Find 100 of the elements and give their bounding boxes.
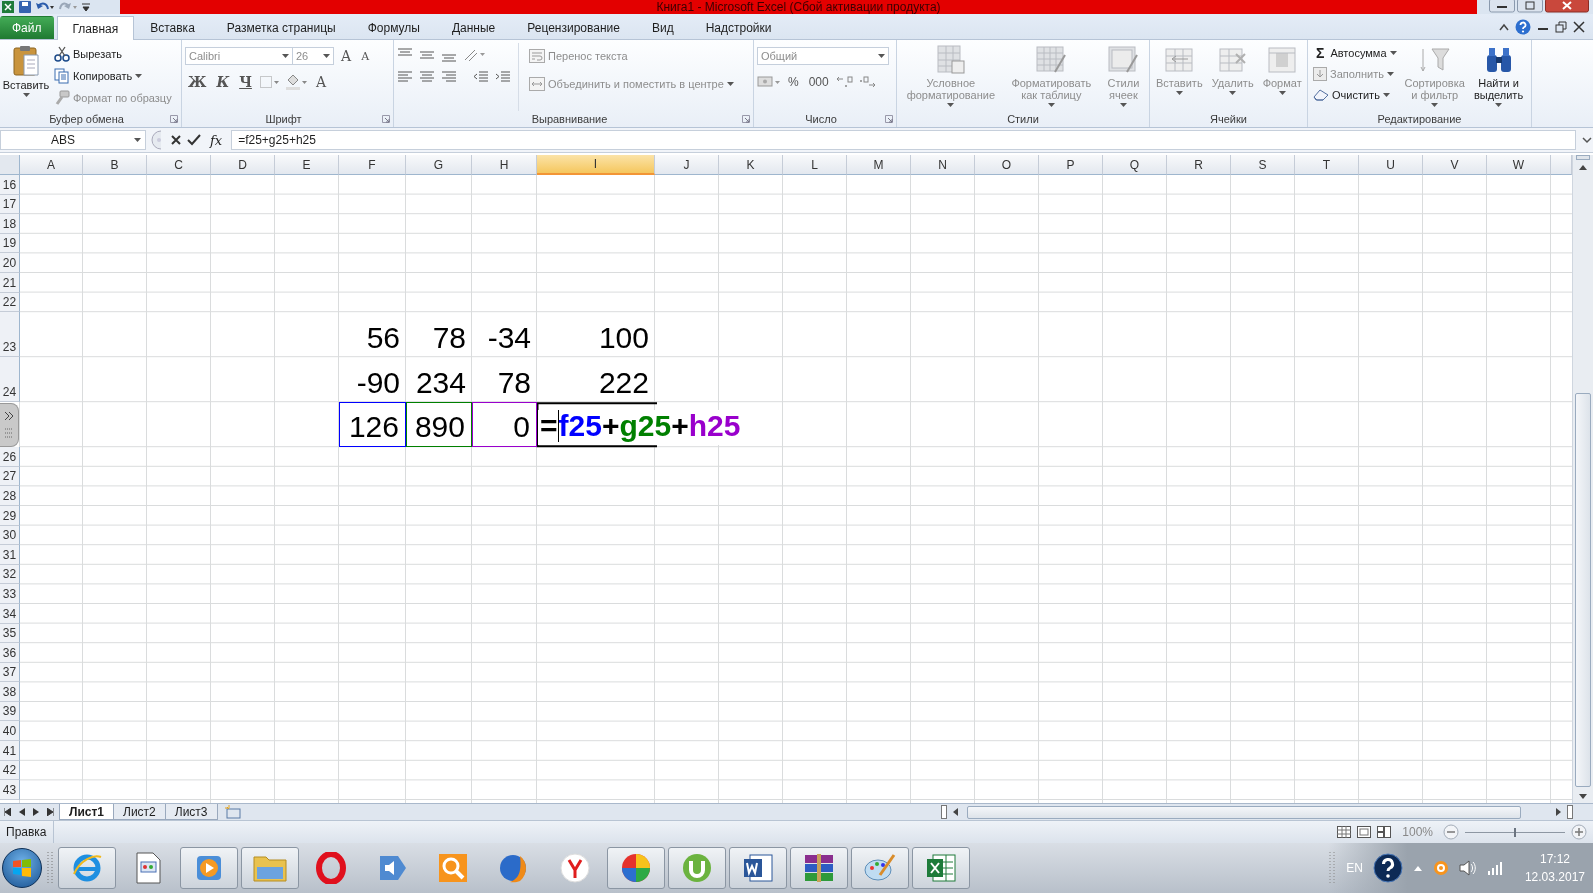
column-header[interactable]: V bbox=[1423, 155, 1487, 175]
bold-button[interactable]: Ж bbox=[185, 74, 210, 90]
align-left-icon[interactable] bbox=[397, 69, 413, 85]
save-icon[interactable] bbox=[19, 1, 31, 13]
row-header[interactable]: 42 bbox=[0, 760, 20, 781]
column-header[interactable]: U bbox=[1359, 155, 1423, 175]
row-header[interactable]: 16 bbox=[0, 175, 20, 195]
row-header[interactable]: 26 bbox=[0, 447, 20, 467]
taskbar-button[interactable] bbox=[668, 847, 726, 889]
check-icon[interactable] bbox=[187, 134, 201, 146]
dialog-launcher-icon[interactable] bbox=[170, 115, 178, 123]
close-icon[interactable] bbox=[1573, 21, 1585, 33]
dialog-launcher-icon[interactable] bbox=[885, 115, 893, 123]
insert-function-button[interactable]: fx bbox=[206, 132, 227, 148]
column-header[interactable]: O bbox=[975, 155, 1039, 175]
page-break-icon[interactable] bbox=[1376, 825, 1393, 839]
taskbar-button[interactable] bbox=[790, 847, 848, 889]
column-header[interactable]: K bbox=[719, 155, 783, 175]
column-header[interactable]: M bbox=[847, 155, 911, 175]
signal-icon[interactable] bbox=[1486, 861, 1503, 875]
minimize-icon[interactable] bbox=[1489, 0, 1515, 13]
ribbon-tab[interactable]: Формулы bbox=[351, 16, 436, 39]
number-format-button[interactable]: % bbox=[785, 75, 802, 89]
ribbon-tab[interactable]: Главная bbox=[56, 16, 135, 40]
row-header[interactable]: 40 bbox=[0, 721, 20, 742]
decrease-decimal-icon[interactable] bbox=[857, 75, 876, 89]
show-hidden-icon[interactable] bbox=[1412, 864, 1423, 872]
taskbar-button[interactable] bbox=[607, 847, 665, 889]
align-right-icon[interactable] bbox=[441, 69, 457, 85]
previous-sheet-icon[interactable] bbox=[19, 808, 25, 816]
spreadsheet-icon[interactable] bbox=[2, 1, 14, 13]
row-header[interactable]: 30 bbox=[0, 525, 20, 546]
column-header[interactable]: T bbox=[1295, 155, 1359, 175]
ribbon-tab[interactable]: Вставка bbox=[134, 16, 211, 39]
ribbon-tab[interactable]: Данные bbox=[435, 16, 512, 39]
grow-font-button[interactable]: A bbox=[338, 48, 355, 64]
zoom-in-icon[interactable] bbox=[1571, 824, 1587, 840]
split-box-icon[interactable] bbox=[1567, 805, 1573, 819]
column-header[interactable]: S bbox=[1231, 155, 1295, 175]
row-header[interactable]: 43 bbox=[0, 780, 20, 800]
row-header[interactable]: 29 bbox=[0, 505, 20, 526]
sheet-tab[interactable]: Лист2 bbox=[113, 804, 166, 820]
find-button[interactable]: Найти и выделить bbox=[1470, 43, 1527, 111]
column-header[interactable]: L bbox=[783, 155, 847, 175]
increase-indent-icon[interactable] bbox=[495, 69, 511, 85]
collapse-ribbon-icon[interactable] bbox=[1499, 23, 1509, 31]
ribbon-tab[interactable]: Надстройки bbox=[689, 16, 788, 39]
decrease-indent-icon[interactable] bbox=[473, 69, 489, 85]
autosum-button[interactable]: Σ Автосумма bbox=[1311, 43, 1399, 63]
row-header[interactable]: 28 bbox=[0, 486, 20, 506]
file-menu-button[interactable]: Файл bbox=[0, 16, 54, 39]
sheet-tab[interactable]: Лист1 bbox=[59, 804, 115, 820]
zoom-out-icon[interactable] bbox=[1443, 824, 1459, 840]
ribbon-tab[interactable]: Вид bbox=[635, 16, 690, 39]
font-size-field[interactable]: 26 bbox=[292, 47, 334, 65]
number-format-field[interactable]: Общий bbox=[757, 47, 889, 65]
column-header[interactable]: I bbox=[537, 155, 655, 175]
page-layout-icon[interactable] bbox=[1356, 825, 1373, 839]
taskbar-button[interactable] bbox=[729, 847, 787, 889]
row-header[interactable]: 23 bbox=[0, 312, 20, 358]
cut-button[interactable]: Вырезать bbox=[52, 44, 174, 64]
row-header[interactable]: 31 bbox=[0, 545, 20, 565]
name-box[interactable]: ABS bbox=[0, 130, 146, 150]
column-header[interactable]: H bbox=[472, 155, 537, 175]
ribbon-tab[interactable]: Разметка страницы bbox=[210, 16, 352, 39]
dialog-launcher-icon[interactable] bbox=[742, 115, 750, 123]
row-header[interactable]: 18 bbox=[0, 214, 20, 234]
increase-decimal-icon[interactable] bbox=[835, 75, 854, 89]
column-header[interactable]: E bbox=[275, 155, 339, 175]
sheet-tab[interactable]: Лист3 bbox=[164, 804, 218, 820]
next-sheet-icon[interactable] bbox=[33, 808, 39, 816]
row-header[interactable]: 37 bbox=[0, 662, 20, 683]
taskbar-button[interactable] bbox=[912, 847, 970, 889]
fill-color-icon[interactable] bbox=[284, 74, 309, 90]
row-header[interactable]: 17 bbox=[0, 194, 20, 215]
row-header[interactable]: 33 bbox=[0, 584, 20, 604]
column-header[interactable]: G bbox=[406, 155, 472, 175]
normal-view-icon[interactable] bbox=[1336, 825, 1353, 839]
row-header[interactable]: 20 bbox=[0, 253, 20, 273]
align-center-icon[interactable] bbox=[419, 69, 435, 85]
row-header[interactable]: 22 bbox=[0, 292, 20, 313]
row-header[interactable]: 21 bbox=[0, 272, 20, 293]
dialog-launcher-icon[interactable] bbox=[382, 115, 390, 123]
shrink-font-button[interactable]: A bbox=[358, 49, 373, 63]
font-color-button[interactable]: A bbox=[312, 74, 330, 90]
row-header[interactable]: 27 bbox=[0, 466, 20, 487]
underline-button[interactable]: Ч bbox=[236, 74, 255, 90]
copy-button[interactable]: Копировать bbox=[52, 66, 174, 86]
row-header[interactable]: 34 bbox=[0, 603, 20, 624]
taskbar-button[interactable] bbox=[58, 847, 116, 889]
last-sheet-icon[interactable] bbox=[47, 808, 54, 816]
start-button[interactable] bbox=[2, 848, 42, 888]
row-header[interactable]: 39 bbox=[0, 701, 20, 722]
column-header[interactable]: P bbox=[1039, 155, 1103, 175]
borders-icon[interactable] bbox=[258, 75, 281, 89]
font-name-field[interactable]: Calibri bbox=[185, 47, 293, 65]
speaker-icon[interactable] bbox=[1458, 860, 1477, 876]
clear-button[interactable]: Очистить bbox=[1311, 85, 1399, 105]
row-header[interactable]: 32 bbox=[0, 564, 20, 585]
close-icon[interactable] bbox=[1545, 0, 1589, 13]
